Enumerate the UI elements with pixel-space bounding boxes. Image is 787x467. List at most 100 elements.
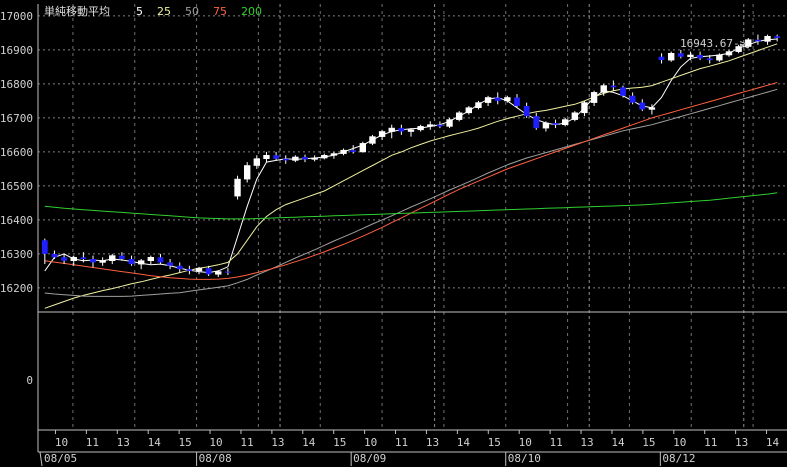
candle-down: [225, 271, 231, 273]
candle-down: [167, 262, 173, 266]
y-tick-label: 16800: [0, 78, 33, 91]
candle-down: [658, 56, 665, 61]
candle-up: [195, 267, 203, 272]
x-tick-label: 11: [704, 436, 717, 449]
candle-down: [41, 240, 48, 254]
candle-up: [725, 51, 733, 56]
candle-down: [90, 259, 96, 263]
legend-ma-25: 25: [157, 5, 171, 18]
candle-down: [80, 257, 87, 259]
x-tick-label: 11: [550, 436, 563, 449]
candle-down: [119, 255, 125, 259]
legend-ma-50: 50: [185, 5, 199, 18]
candle-down: [437, 124, 443, 127]
candle-up: [70, 256, 77, 261]
x-tick-label: 14: [766, 436, 780, 449]
candle-down: [51, 253, 58, 258]
x-tick-label: 15: [179, 436, 192, 449]
x-tick-label: 15: [642, 436, 655, 449]
candle-up: [407, 129, 415, 132]
candle-down: [128, 259, 135, 265]
candle-up: [234, 178, 241, 197]
candle-up: [99, 260, 106, 263]
last-price-annotation: 16943.67->: [680, 37, 747, 50]
y-tick-label: 17000: [0, 10, 33, 23]
x-tick-label: 15: [333, 436, 346, 449]
candle-up: [321, 155, 328, 159]
candle-up: [561, 119, 569, 125]
candle-down: [620, 87, 626, 96]
x-tick-label: 10: [519, 436, 532, 449]
candle-down: [523, 106, 530, 117]
candle-down: [157, 257, 164, 263]
candle-up: [109, 255, 116, 262]
x-tick-label: 10: [364, 436, 377, 449]
y-tick-label: 16500: [0, 180, 33, 193]
candle-down: [205, 268, 212, 275]
candle-up: [504, 97, 511, 102]
candle-down: [514, 97, 520, 106]
x-tick-label: 10: [673, 436, 686, 449]
candle-down: [677, 53, 684, 57]
candle-up: [137, 260, 145, 265]
x-tick-label: 13: [426, 436, 439, 449]
candle-up: [542, 122, 550, 129]
candle-up: [359, 143, 367, 153]
x-tick-label: 13: [580, 436, 593, 449]
candle-down: [533, 116, 540, 129]
candle-up: [263, 155, 270, 160]
legend-ma-5: 5: [136, 5, 143, 18]
date-label: 08/05: [44, 452, 77, 465]
candle-down: [639, 102, 646, 110]
candle-up: [475, 102, 482, 108]
candle-down: [176, 265, 183, 270]
candle-up: [330, 153, 338, 156]
legend-ma-75: 75: [213, 5, 227, 18]
candle-up: [764, 35, 771, 42]
x-tick-label: 13: [271, 436, 284, 449]
candle-up: [745, 39, 752, 47]
candle-up: [388, 127, 395, 132]
candle-up: [571, 112, 579, 120]
y-tick-label: 16200: [0, 282, 33, 295]
candle-up: [369, 136, 376, 144]
candle-down: [282, 158, 289, 161]
legend-ma-200: 200: [241, 5, 262, 18]
candle-down: [629, 95, 636, 103]
candle-down: [697, 55, 703, 59]
candle-up: [667, 52, 675, 61]
x-tick-label: 13: [117, 436, 130, 449]
candle-down: [273, 155, 279, 159]
x-tick-label: 10: [55, 436, 68, 449]
candle-up: [446, 119, 453, 127]
candle-down: [350, 150, 357, 152]
candle-up: [378, 131, 386, 137]
x-tick-label: 13: [735, 436, 748, 449]
y-tick-label: 16300: [0, 248, 33, 261]
candle-up: [716, 54, 723, 61]
candle-up: [590, 92, 598, 103]
candle-up: [465, 107, 473, 114]
sub-panel-zero-tick: 0: [26, 374, 33, 387]
candle-up: [687, 54, 694, 58]
candle-down: [552, 123, 559, 125]
candle-up: [292, 156, 299, 161]
y-tick-label: 16900: [0, 44, 33, 57]
chart-title: 単純移動平均: [44, 4, 110, 18]
date-label: 08/09: [353, 452, 386, 465]
candle-up: [147, 256, 155, 261]
candle-down: [398, 128, 405, 132]
candle-up: [340, 149, 347, 154]
candle-down: [61, 257, 67, 261]
y-tick-label: 16700: [0, 112, 33, 125]
x-tick-label: 10: [209, 436, 222, 449]
candle-down: [774, 36, 781, 38]
y-tick-label: 16400: [0, 214, 33, 227]
candle-down: [494, 97, 501, 101]
x-tick-label: 14: [148, 436, 162, 449]
date-label: 08/08: [199, 452, 232, 465]
candle-up: [253, 158, 261, 166]
x-tick-label: 14: [302, 436, 316, 449]
y-axis-tick-labels: 17000 16900 16800 16700 16600 16500 16400 16300…: [0, 10, 33, 295]
candle-up: [427, 124, 434, 127]
